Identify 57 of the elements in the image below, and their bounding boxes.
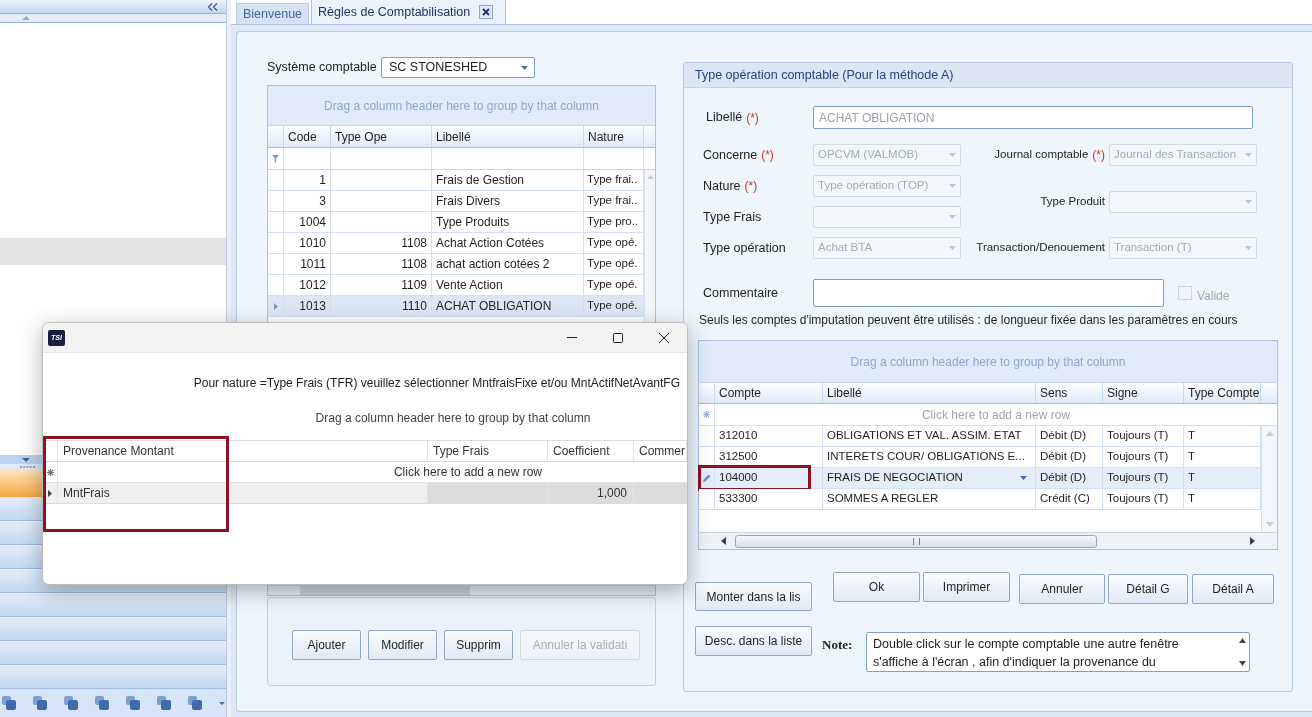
table-cell: 533300: [715, 489, 823, 509]
table-cell: Toujours (T): [1103, 447, 1184, 467]
note-text: Double click sur le compte comptable une autre fenêtre s'affiche à l'écran , afin d'indiquer la provenance du: [873, 637, 1179, 669]
table-cell: ACHAT OBLIGATION: [432, 296, 584, 316]
required-mark: (*): [1092, 147, 1105, 164]
instruction-text: Pour nature =Type Frais (TFR) veuillez sélectionner MntfraisFixe et/ou MntActifNetAvantFG: [193, 376, 680, 390]
table-cell: 312010: [715, 426, 823, 446]
table-cell: Toujours (T): [1103, 426, 1184, 446]
table-cell: 1110: [331, 296, 432, 316]
table-cell: Type Produits: [432, 212, 584, 232]
field-label: Libellé: [706, 109, 743, 127]
field-label: Nature: [703, 177, 741, 195]
table-cell: Débit (D): [1036, 468, 1103, 488]
table-cell: OBLIGATIONS ET VAL. ASSIM. ETAT: [823, 426, 1036, 446]
table-cell: 1108: [331, 233, 432, 253]
group-by-hint: Drag a column header here to group by that column: [850, 353, 1126, 371]
table-cell: achat action cotées 2: [432, 254, 584, 274]
field-label: Journal comptable: [994, 147, 1089, 163]
group-title: Type opération comptable (Pour la méthode A): [695, 66, 954, 84]
table-cell: 1012: [284, 275, 331, 295]
table-cell: Toujours (T): [1103, 489, 1184, 509]
table-cell: Achat Action Cotées: [432, 233, 584, 253]
table-cell: 1108: [331, 254, 432, 274]
table-cell: 1,000: [548, 483, 634, 503]
note-label: Note:: [822, 637, 853, 652]
field-label: Concerne: [703, 146, 758, 164]
table-cell: 1011: [284, 254, 331, 274]
field-label: Commentaire: [703, 285, 779, 300]
table-cell: INTERETS COUR/ OBLIGATIONS E...: [823, 447, 1036, 467]
required-mark: (*): [761, 147, 774, 164]
table-cell: 1004: [284, 212, 331, 232]
field-label: Type opération: [703, 239, 786, 257]
table-cell: 1109: [331, 275, 432, 295]
checkbox-label: Valide: [1197, 288, 1230, 305]
table-cell: Vente Action: [432, 275, 584, 295]
table-cell: 1010: [284, 233, 331, 253]
table-cell: Crédit (C): [1036, 489, 1103, 509]
field-label: Type Frais: [703, 208, 762, 226]
info-text: Seuls les comptes d'imputation peuvent être utilisés : de longueur fixée dans les paramètres en cours: [699, 313, 1238, 327]
table-cell: Toujours (T): [1103, 468, 1184, 488]
required-mark: (*): [746, 109, 759, 127]
field-label: Type Produit: [1040, 193, 1105, 209]
table-cell: 312500: [715, 447, 823, 467]
table-cell: Frais Divers: [432, 191, 584, 211]
table-cell: 1: [284, 170, 331, 190]
table-cell: 1013: [284, 296, 331, 316]
table-cell: 104000: [715, 468, 823, 488]
table-cell: Frais de Gestion: [432, 170, 584, 190]
table-cell: Débit (D): [1036, 447, 1103, 467]
table-cell: 3: [284, 191, 331, 211]
table-cell: SOMMES A REGLER: [823, 489, 1036, 509]
table-cell: Débit (D): [1036, 426, 1103, 446]
group-by-hint: Drag a column header here to group by that column: [315, 411, 591, 425]
field-label: Transaction/Denouement: [976, 240, 1105, 256]
group-by-hint: Drag a column header here to group by that column: [324, 97, 599, 115]
required-mark: (*): [744, 178, 758, 195]
field-label: Système comptable: [267, 60, 377, 75]
